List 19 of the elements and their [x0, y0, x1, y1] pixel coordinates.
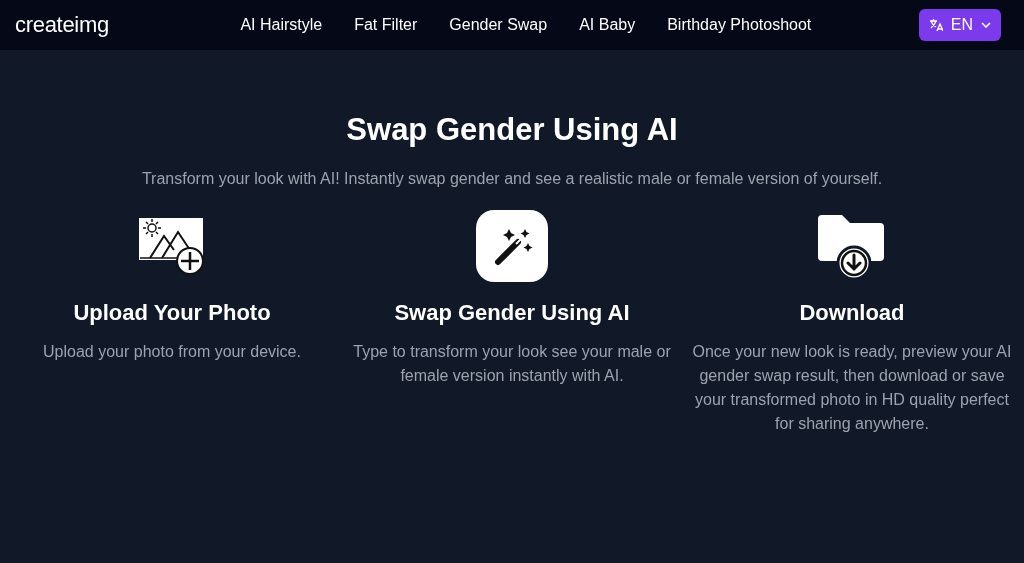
step-description: Type to transform your look see your male or female version instantly with AI. [352, 342, 672, 386]
nav-link[interactable]: AI Baby [579, 16, 636, 34]
nav-link[interactable]: AI Hairstyle [240, 16, 323, 34]
page-title: Swap Gender Using AI [346, 112, 678, 148]
logo[interactable]: createimg [15, 12, 109, 38]
translate-icon [928, 18, 943, 32]
step-heading: Upload Your Photo [73, 300, 271, 326]
step-description: Upload your photo from your device. [43, 342, 301, 362]
nav-link[interactable]: Gender Swap [449, 16, 548, 34]
step-description: Once your new look is ready, preview your AI gender swap result, then download or save your transformed photo in HD quality perfect for sharing anywhere. [692, 342, 1012, 434]
magic-wand-icon [476, 210, 548, 282]
image-add-icon [138, 216, 206, 276]
page-subtitle: Transform your look with AI! Instantly swap gender and see a realistic male or female version of yourself. [141, 170, 883, 188]
chevron-down-icon [981, 22, 991, 28]
language-button[interactable]: EN [918, 9, 1001, 41]
nav-link[interactable]: Birthday Photoshoot [667, 16, 812, 34]
step-heading: Swap Gender Using AI [394, 300, 630, 326]
step-heading: Download [799, 300, 905, 326]
nav-link[interactable]: Fat Filter [354, 16, 418, 34]
